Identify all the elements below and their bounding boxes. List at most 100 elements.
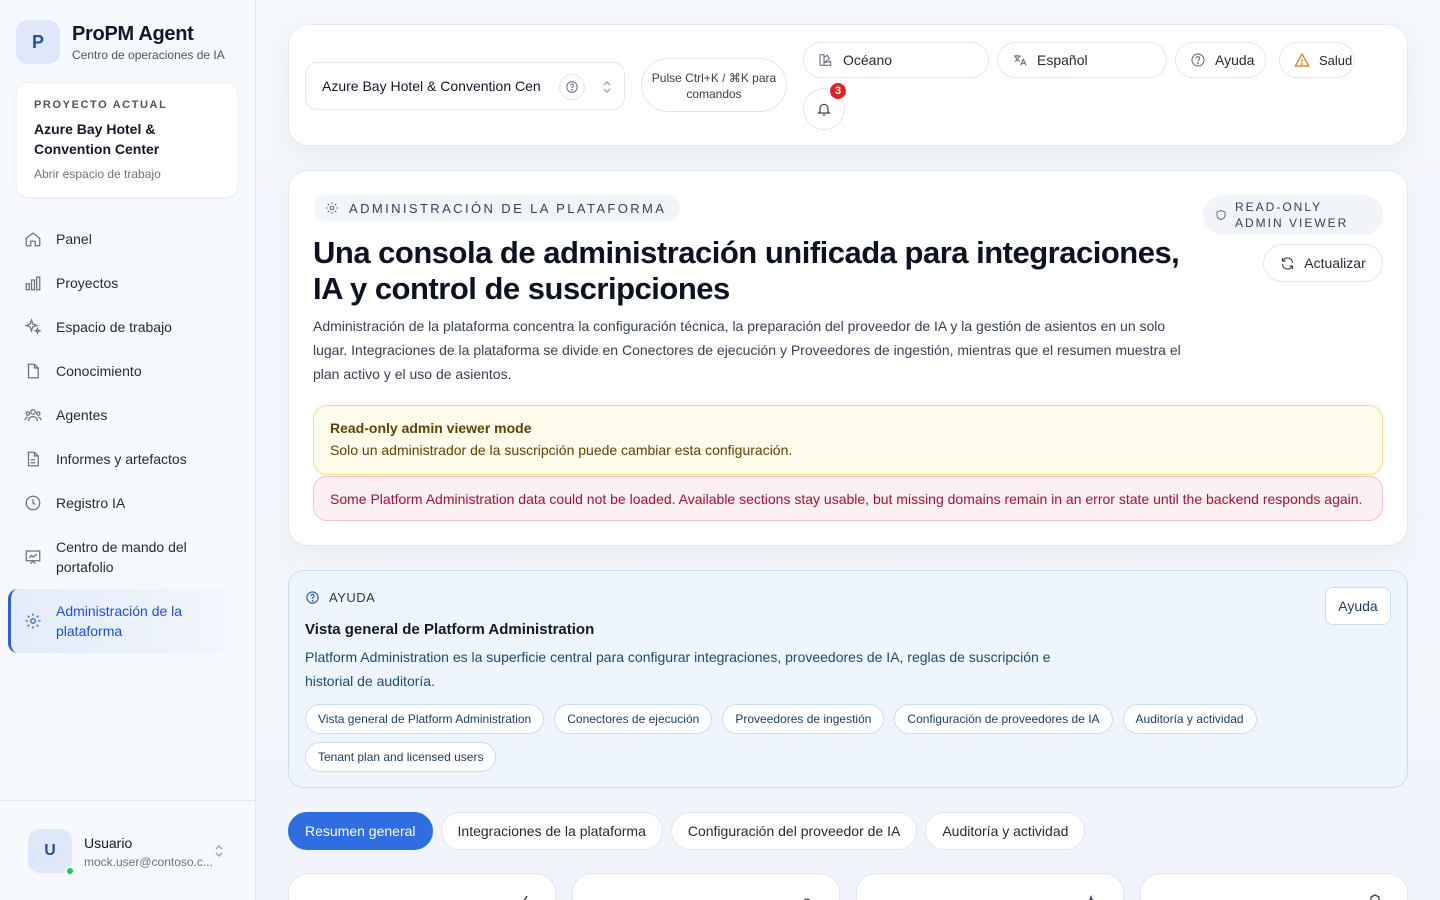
help-chip-audit[interactable]: Auditoría y actividad <box>1122 704 1257 734</box>
sidebar-item-label: Agentes <box>56 407 108 423</box>
refresh-label: Actualizar <box>1304 255 1366 271</box>
sidebar-item-projects[interactable]: Proyectos <box>8 261 248 305</box>
brand-avatar: P <box>16 20 60 64</box>
help-kicker: AYUDA <box>305 590 375 605</box>
file-icon <box>27 363 39 379</box>
help-topic-chips: Vista general de Platform Administration… <box>305 704 1305 772</box>
notifications-button[interactable]: 3 <box>803 81 848 130</box>
sparkles-icon <box>24 318 42 335</box>
health-button[interactable]: Salud <box>1279 42 1355 78</box>
main-content: Azure Bay Hotel & Convention Cen Pulse C… <box>256 0 1440 900</box>
brand[interactable]: P ProPM Agent Centro de operaciones de I… <box>16 20 225 64</box>
summary-card <box>572 873 840 900</box>
section-kicker-text: ADMINISTRACIÓN DE LA PLATAFORMA <box>349 200 667 216</box>
help-button[interactable]: Ayuda <box>1175 42 1266 78</box>
check-icon <box>523 895 528 900</box>
current-project-card[interactable]: PROYECTO ACTUAL Azure Bay Hotel & Conven… <box>16 82 238 198</box>
chevron-up-down-icon <box>603 81 611 93</box>
readonly-badge: READ-ONLY ADMIN VIEWER <box>1203 195 1383 235</box>
warning-title: Read-only admin viewer mode <box>330 420 532 436</box>
help-chip-ai-providers[interactable]: Configuración de proveedores de IA <box>894 704 1113 734</box>
bar-chart-icon <box>25 276 41 291</box>
sidebar-item-agents[interactable]: Agentes <box>8 393 248 437</box>
home-icon <box>25 232 41 247</box>
section-kicker: ADMINISTRACIÓN DE LA PLATAFORMA <box>313 195 681 221</box>
bell-icon <box>817 103 831 116</box>
user-name: Usuario <box>84 835 133 851</box>
theme-label: Océano <box>843 52 893 68</box>
project-select-value: Azure Bay Hotel & Convention Cen <box>322 78 541 94</box>
health-label: Salud <box>1319 52 1353 68</box>
tab-ai-provider[interactable]: Configuración del proveedor de IA <box>670 812 918 850</box>
language-select[interactable]: Español <box>997 42 1167 78</box>
user-menu[interactable]: U Usuario mock.user@contoso.c... <box>0 800 255 900</box>
help-chip-tenant-plan[interactable]: Tenant plan and licensed users <box>305 742 497 772</box>
sidebar-item-label: Conocimiento <box>56 363 142 379</box>
brand-subtitle: Centro de operaciones de IA <box>72 47 225 62</box>
user-email: mock.user@contoso.c... <box>84 855 213 869</box>
tab-overview[interactable]: Resumen general <box>288 812 433 850</box>
help-panel: AYUDA Ayuda Vista general de Platform Ad… <box>288 570 1408 788</box>
sidebar-item-platform-admin[interactable]: Administración de la plataforma <box>8 589 248 653</box>
help-chip-overview[interactable]: Vista general de Platform Administration <box>305 704 545 734</box>
online-status-dot <box>65 866 75 876</box>
sidebar-item-reports[interactable]: Informes y artefactos <box>8 437 248 481</box>
project-name: Azure Bay Hotel & Convention Center <box>34 121 160 157</box>
help-chip-ingestion-providers[interactable]: Proveedores de ingestión <box>722 704 885 734</box>
command-palette-hint[interactable]: Pulse Ctrl+K / ⌘K para comandos <box>641 58 787 112</box>
help-label: Ayuda <box>1215 52 1255 68</box>
project-kicker: PROYECTO ACTUAL <box>34 99 168 111</box>
presentation-chart-icon <box>25 550 41 565</box>
palette-icon <box>819 54 832 66</box>
sidebar-item-label: Registro IA <box>56 495 126 511</box>
admin-tabs: Resumen general Integraciones de la plat… <box>288 812 1086 850</box>
notification-count-badge: 3 <box>828 81 848 101</box>
page-title: Una consola de administración unificada … <box>313 235 1180 306</box>
sidebar-item-label: Centro de mando del portafolio <box>56 539 187 575</box>
help-chip-execution-connectors[interactable]: Conectores de ejecución <box>554 704 713 734</box>
sidebar-item-portfolio[interactable]: Centro de mando del portafolio <box>8 525 248 589</box>
sidebar-item-ai-log[interactable]: Registro IA <box>8 481 248 525</box>
platform-admin-hero: ADMINISTRACIÓN DE LA PLATAFORMA READ-ONL… <box>288 170 1408 546</box>
topbar: Azure Bay Hotel & Convention Cen Pulse C… <box>288 24 1408 146</box>
sidebar: P ProPM Agent Centro de operaciones de I… <box>0 0 256 900</box>
help-circle-icon[interactable] <box>559 74 585 100</box>
sidebar-nav: Panel Proyectos Espacio de trabajo Conoc… <box>8 217 248 653</box>
sidebar-item-knowledge[interactable]: Conocimiento <box>8 349 248 393</box>
shield-icon <box>1216 209 1226 221</box>
summary-card <box>856 873 1124 900</box>
clock-icon <box>25 495 41 511</box>
shield-icon <box>1370 894 1380 900</box>
sidebar-item-label: Informes y artefactos <box>56 451 187 467</box>
help-circle-icon <box>1191 53 1205 67</box>
translate-icon <box>1014 54 1027 66</box>
chevron-up-down-icon <box>215 845 223 857</box>
page-description: Administración de la plataforma concentr… <box>313 318 1181 382</box>
file-text-icon <box>27 451 39 467</box>
warning-icon <box>1294 52 1310 67</box>
brand-title: ProPM Agent <box>72 22 194 45</box>
help-open-button[interactable]: Ayuda <box>1325 587 1391 625</box>
help-kicker-text: AYUDA <box>329 590 376 605</box>
avatar: U <box>28 829 72 873</box>
summary-card <box>1140 873 1408 900</box>
theme-select[interactable]: Océano <box>803 42 989 78</box>
gear-icon <box>25 613 41 629</box>
sidebar-item-label: Administración de la plataforma <box>56 603 183 639</box>
sparkles-icon <box>1087 894 1095 900</box>
sidebar-item-label: Espacio de trabajo <box>56 319 172 335</box>
project-select[interactable]: Azure Bay Hotel & Convention Cen <box>305 62 625 110</box>
refresh-button[interactable]: Actualizar <box>1263 244 1383 282</box>
language-label: Español <box>1037 52 1088 68</box>
open-workspace-link[interactable]: Abrir espacio de trabajo <box>34 167 220 181</box>
sidebar-item-label: Panel <box>56 231 92 247</box>
sidebar-item-panel[interactable]: Panel <box>8 217 248 261</box>
users-icon <box>24 409 42 422</box>
sidebar-item-workspace[interactable]: Espacio de trabajo <box>8 305 248 349</box>
refresh-icon <box>1282 256 1294 270</box>
load-error-alert: Some Platform Administration data could … <box>313 476 1383 521</box>
help-title: Vista general de Platform Administration <box>305 621 595 638</box>
tab-integrations[interactable]: Integraciones de la plataforma <box>440 812 663 850</box>
tab-audit[interactable]: Auditoría y actividad <box>925 812 1086 850</box>
readonly-badge-text: READ-ONLY ADMIN VIEWER <box>1235 200 1349 230</box>
